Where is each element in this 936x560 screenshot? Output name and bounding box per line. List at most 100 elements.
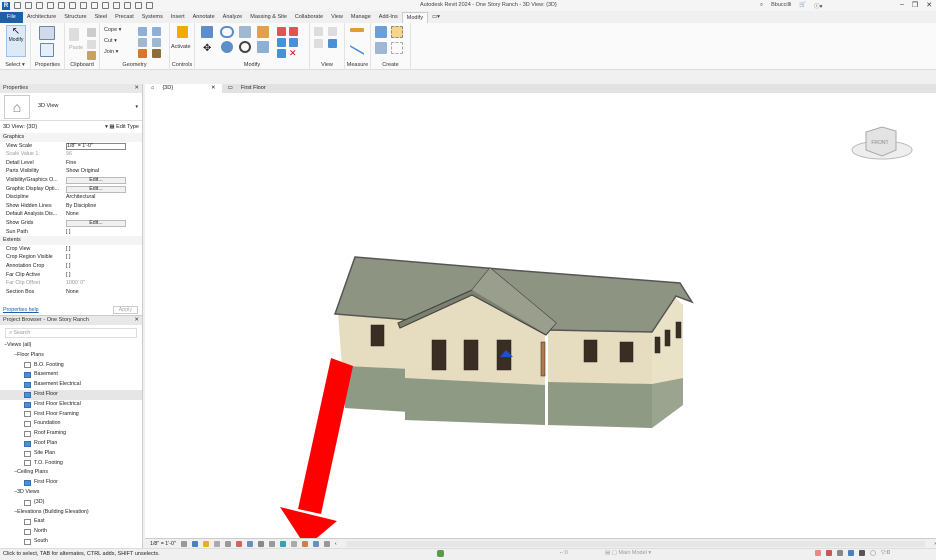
- copy-icon[interactable]: [87, 40, 96, 49]
- tree-item[interactable]: Foundation: [0, 419, 142, 429]
- horizontal-scrollbar[interactable]: [345, 540, 926, 547]
- property-value[interactable]: 1000' 0": [64, 279, 142, 288]
- cope-button[interactable]: Cope ▾: [104, 27, 121, 33]
- view-scale-button[interactable]: 1/8" = 1'-0": [150, 541, 176, 547]
- tree-group[interactable]: − Views (all): [0, 341, 142, 351]
- property-value[interactable]: Edit...: [64, 185, 142, 194]
- tree-item[interactable]: South: [0, 537, 142, 547]
- tab-steel[interactable]: Steel: [91, 12, 112, 23]
- show-crop-icon[interactable]: [246, 540, 253, 547]
- close-icon[interactable]: ✕: [134, 316, 139, 325]
- property-value[interactable]: [ ]: [64, 245, 142, 254]
- properties-help-link[interactable]: Properties help: [3, 307, 39, 313]
- property-value[interactable]: Edit...: [64, 176, 142, 185]
- mirror-draw-icon[interactable]: [257, 26, 269, 38]
- type-selector[interactable]: ⌂ 3D View ▾: [0, 93, 142, 121]
- reveal-constraints-icon[interactable]: [323, 540, 330, 547]
- select-dropdown[interactable]: Select ▾: [0, 62, 30, 68]
- tab-insert[interactable]: Insert: [167, 12, 189, 23]
- align-icon[interactable]: [201, 26, 213, 38]
- create-group-icon[interactable]: [375, 42, 387, 54]
- tab-massing-site[interactable]: Massing & Site: [246, 12, 291, 23]
- background-processes-icon[interactable]: [870, 550, 876, 556]
- paint-icon[interactable]: [152, 27, 161, 36]
- hammer-icon[interactable]: [152, 49, 161, 58]
- demolish-icon[interactable]: [152, 38, 161, 47]
- sun-path-icon[interactable]: [202, 540, 209, 547]
- undo-icon[interactable]: [58, 2, 65, 9]
- switch-windows-icon[interactable]: [146, 2, 153, 9]
- analytical-model-icon[interactable]: [301, 540, 308, 547]
- property-value[interactable]: By Discipline: [64, 202, 142, 211]
- editable-only-indicator[interactable]: ⌐:0: [560, 550, 568, 556]
- create-assembly-icon[interactable]: [375, 26, 387, 38]
- tree-item[interactable]: Roof Framing: [0, 429, 142, 439]
- properties-icon[interactable]: [40, 43, 54, 57]
- select-links-icon[interactable]: [815, 550, 821, 556]
- save-icon[interactable]: [36, 2, 43, 9]
- redo-icon[interactable]: [69, 2, 76, 9]
- tree-item[interactable]: Site Plan: [0, 449, 142, 459]
- filter-icon[interactable]: ▽:0: [881, 550, 890, 556]
- temp-hide-icon[interactable]: [268, 540, 275, 547]
- property-value[interactable]: 96: [64, 150, 142, 159]
- view-tab-first-floor[interactable]: ▭ First Floor: [222, 84, 272, 93]
- tree-group[interactable]: − Floor Plans: [0, 351, 142, 361]
- match-type-icon[interactable]: [87, 51, 96, 60]
- measure-distance-icon[interactable]: [350, 28, 364, 32]
- type-properties-icon[interactable]: [39, 26, 55, 40]
- browser-search-input[interactable]: ⌕ Search: [5, 328, 137, 338]
- override-graphics-icon[interactable]: [328, 39, 337, 48]
- tree-item[interactable]: T.O. Footing: [0, 459, 142, 469]
- open-icon[interactable]: [25, 2, 32, 9]
- join-button[interactable]: Join ▾: [104, 49, 118, 55]
- select-pinned-icon[interactable]: [837, 550, 843, 556]
- tab-precast[interactable]: Precast: [111, 12, 138, 23]
- tree-item[interactable]: East: [0, 517, 142, 527]
- hide-icon[interactable]: [314, 27, 323, 36]
- pin-icon[interactable]: [277, 49, 286, 58]
- 3d-view-canvas[interactable]: FRONT: [145, 93, 936, 547]
- split-icon[interactable]: [277, 27, 286, 36]
- copy-elements-icon[interactable]: [221, 41, 233, 53]
- crop-view-icon[interactable]: [235, 540, 242, 547]
- tab-architecture[interactable]: Architecture: [23, 12, 60, 23]
- close-icon[interactable]: ✕: [211, 84, 216, 93]
- tab-annotate[interactable]: Annotate: [189, 12, 219, 23]
- activate-label[interactable]: Activate: [171, 44, 191, 50]
- tab-collaborate[interactable]: Collaborate: [291, 12, 327, 23]
- apply-button[interactable]: Apply: [112, 306, 138, 314]
- tab-file[interactable]: File: [0, 12, 23, 23]
- create-similar-icon[interactable]: [391, 42, 403, 54]
- activate-icon[interactable]: [177, 26, 188, 38]
- detail-level-icon[interactable]: [180, 540, 187, 547]
- worksets-icon[interactable]: [437, 550, 444, 557]
- offset-icon[interactable]: [220, 26, 234, 38]
- create-parts-icon[interactable]: [391, 26, 403, 38]
- design-option-area[interactable]: ▤ ▢ Main Model ▾: [605, 550, 651, 556]
- highlight-displacement-icon[interactable]: [312, 540, 319, 547]
- chevron-left-icon[interactable]: ‹: [335, 541, 337, 547]
- minimize-icon[interactable]: –: [900, 1, 904, 9]
- house-model[interactable]: [333, 256, 694, 428]
- tab-modify[interactable]: Modify: [401, 12, 428, 23]
- shadows-icon[interactable]: [213, 540, 220, 547]
- property-value[interactable]: None: [64, 288, 142, 297]
- tree-item[interactable]: First Floor Electrical: [0, 400, 142, 410]
- contextual-toggle-icon[interactable]: ▭▾: [428, 12, 444, 23]
- trim-icon[interactable]: [257, 41, 269, 53]
- property-value[interactable]: [ ]: [64, 253, 142, 262]
- property-group-header[interactable]: Extents: [0, 236, 142, 245]
- view-tab-3d[interactable]: ⌂ {3D} ✕: [145, 84, 222, 93]
- 3d-view-icon[interactable]: [113, 2, 120, 9]
- tab-systems[interactable]: Systems: [138, 12, 167, 23]
- cut-button[interactable]: Cut ▾: [104, 38, 117, 44]
- model-viewport[interactable]: FRONT: [145, 93, 936, 547]
- reveal-hidden-icon[interactable]: [279, 540, 286, 547]
- drag-elements-icon[interactable]: [859, 550, 865, 556]
- cut-clip-icon[interactable]: [87, 28, 96, 37]
- help-icon[interactable]: ⓘ▾: [814, 2, 822, 10]
- tree-item[interactable]: Basement: [0, 370, 142, 380]
- tree-item[interactable]: First Floor: [0, 389, 142, 400]
- sync-icon[interactable]: [47, 2, 54, 9]
